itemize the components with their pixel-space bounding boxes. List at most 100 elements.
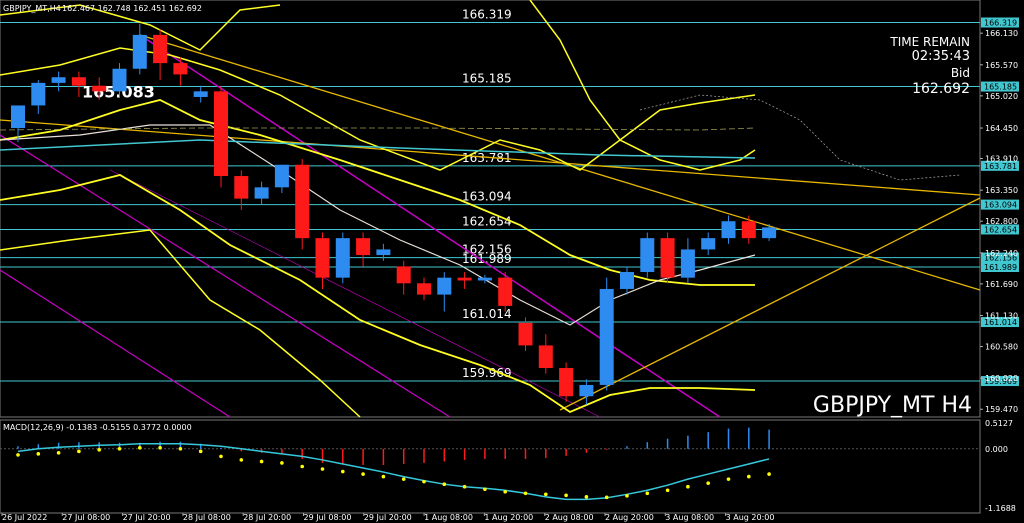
macd-dot bbox=[523, 491, 528, 496]
horizontal-levels: 166.319166.319165.185165.185163.781163.7… bbox=[0, 8, 1019, 387]
candle-body bbox=[741, 221, 756, 239]
y-tick-label: 162.800 bbox=[985, 217, 1018, 226]
macd-dot bbox=[178, 447, 183, 451]
y-tick-label: 163.350 bbox=[985, 186, 1018, 195]
candle-body bbox=[51, 77, 66, 83]
level-price-tag-text: 165.185 bbox=[984, 83, 1017, 92]
macd-dot bbox=[381, 474, 386, 479]
y-tick-label: 161.130 bbox=[985, 311, 1018, 320]
candle-body bbox=[680, 249, 695, 278]
candle-body bbox=[762, 227, 777, 239]
macd-dot bbox=[259, 459, 264, 464]
y-tick-label: 165.570 bbox=[985, 61, 1018, 70]
macd-dot bbox=[239, 458, 244, 462]
level-label: 166.319 bbox=[462, 8, 512, 22]
y-tick-label: 166.130 bbox=[985, 29, 1018, 38]
macd-readout: MACD(12,26,9) -0.1383 -0.5155 0.3772 0.0… bbox=[3, 423, 192, 432]
level-price-tag-text: 163.094 bbox=[984, 201, 1017, 210]
candle-body bbox=[112, 68, 127, 92]
candle-body bbox=[640, 238, 655, 273]
candle-body bbox=[417, 283, 431, 295]
level-price-tag-text: 162.654 bbox=[984, 225, 1017, 234]
bid-label: Bid bbox=[951, 66, 970, 80]
candle-body bbox=[356, 238, 371, 256]
macd-dot bbox=[483, 487, 487, 492]
candle-body bbox=[173, 63, 188, 75]
candle-body bbox=[579, 384, 594, 397]
macd-dot bbox=[77, 449, 81, 454]
trend-line-mid bbox=[0, 119, 981, 196]
macd-signal-line bbox=[17, 443, 770, 501]
level-label: 165.185 bbox=[462, 72, 512, 86]
macd-dot bbox=[117, 447, 122, 451]
candle-body bbox=[396, 266, 411, 284]
macd-dot bbox=[726, 477, 731, 481]
level-price-tag-text: 161.989 bbox=[984, 263, 1017, 272]
y-tick-label: 161.690 bbox=[985, 280, 1018, 289]
macd-dot bbox=[462, 484, 467, 489]
candle-body bbox=[599, 288, 614, 385]
band-lower bbox=[0, 174, 756, 414]
x-tick-label: 2 Aug 20:00 bbox=[605, 513, 654, 522]
time-axis[interactable]: 26 Jul 2022 27 Jul 08:00 27 Jul 20:00 28 Ju… bbox=[1, 513, 774, 522]
macd-dot bbox=[16, 453, 20, 457]
symbol-watermark: GBPJPY_MT H4 bbox=[813, 393, 972, 418]
candle-body bbox=[437, 277, 452, 295]
candle-body bbox=[295, 164, 310, 239]
candle-body bbox=[71, 77, 86, 86]
moving-average bbox=[0, 124, 756, 326]
candle-body bbox=[214, 91, 228, 177]
y-tick-label: 165.020 bbox=[985, 92, 1018, 101]
x-tick-label: 27 Jul 08:00 bbox=[62, 513, 110, 522]
bid-value: 162.692 bbox=[912, 81, 970, 97]
ohlc-readout: 162.467 162.748 162.451 162.692 bbox=[62, 4, 202, 13]
x-tick-label: 28 Jul 08:00 bbox=[183, 513, 231, 522]
x-tick-label: 2 Aug 08:00 bbox=[545, 513, 594, 522]
candle-body bbox=[660, 238, 675, 278]
candle-body bbox=[701, 238, 716, 250]
macd-dot bbox=[625, 494, 629, 498]
candle-body bbox=[518, 322, 533, 346]
x-tick-label: 3 Aug 08:00 bbox=[665, 513, 714, 522]
chart-canvas: 166.319166.319165.185165.185163.781163.7… bbox=[0, 0, 1019, 522]
x-tick-label: 1 Aug 20:00 bbox=[484, 513, 533, 522]
candle-body bbox=[11, 105, 25, 129]
macd-panel: 0.5127 0.000 -1.1688 bbox=[0, 419, 1016, 513]
macd-dot bbox=[422, 479, 426, 484]
indicator-overlays bbox=[0, 0, 981, 418]
macd-dot bbox=[544, 492, 548, 497]
channel-line-thin bbox=[109, 169, 601, 418]
x-tick-label: 26 Jul 2022 bbox=[2, 513, 47, 522]
level-label: 161.014 bbox=[462, 307, 512, 321]
time-remain-value: 02:35:43 bbox=[912, 49, 970, 64]
macd-dot bbox=[564, 493, 568, 498]
macd-dot bbox=[219, 454, 223, 459]
level-label: 163.094 bbox=[462, 190, 512, 204]
candle-body bbox=[132, 34, 147, 69]
macd-dot bbox=[442, 482, 447, 486]
macd-dot bbox=[665, 488, 670, 493]
macd-dot bbox=[280, 461, 284, 465]
candle-body bbox=[274, 164, 289, 188]
macd-y-tick-label: -1.1688 bbox=[985, 504, 1016, 513]
candle-body bbox=[477, 277, 492, 281]
macd-dot bbox=[158, 445, 162, 450]
candle-body bbox=[498, 277, 513, 306]
candle-body bbox=[153, 34, 168, 64]
macd-plot-frame bbox=[0, 419, 981, 514]
candle-body bbox=[193, 91, 208, 97]
macd-dot bbox=[706, 481, 710, 485]
candle-body bbox=[376, 249, 391, 256]
x-tick-label: 1 Aug 08:00 bbox=[424, 513, 473, 522]
macd-dot bbox=[503, 489, 508, 494]
time-remain-label: TIME REMAIN bbox=[889, 35, 970, 49]
y-tick-label: 162.240 bbox=[985, 249, 1018, 258]
macd-y-tick-label: 0.000 bbox=[985, 445, 1008, 454]
candle-body bbox=[31, 82, 46, 106]
macd-dot bbox=[767, 472, 771, 476]
candle-body bbox=[315, 238, 330, 278]
macd-dot bbox=[198, 449, 203, 454]
macd-dot bbox=[97, 448, 101, 452]
y-tick-label: 159.470 bbox=[985, 405, 1018, 414]
macd-dot bbox=[686, 484, 690, 489]
